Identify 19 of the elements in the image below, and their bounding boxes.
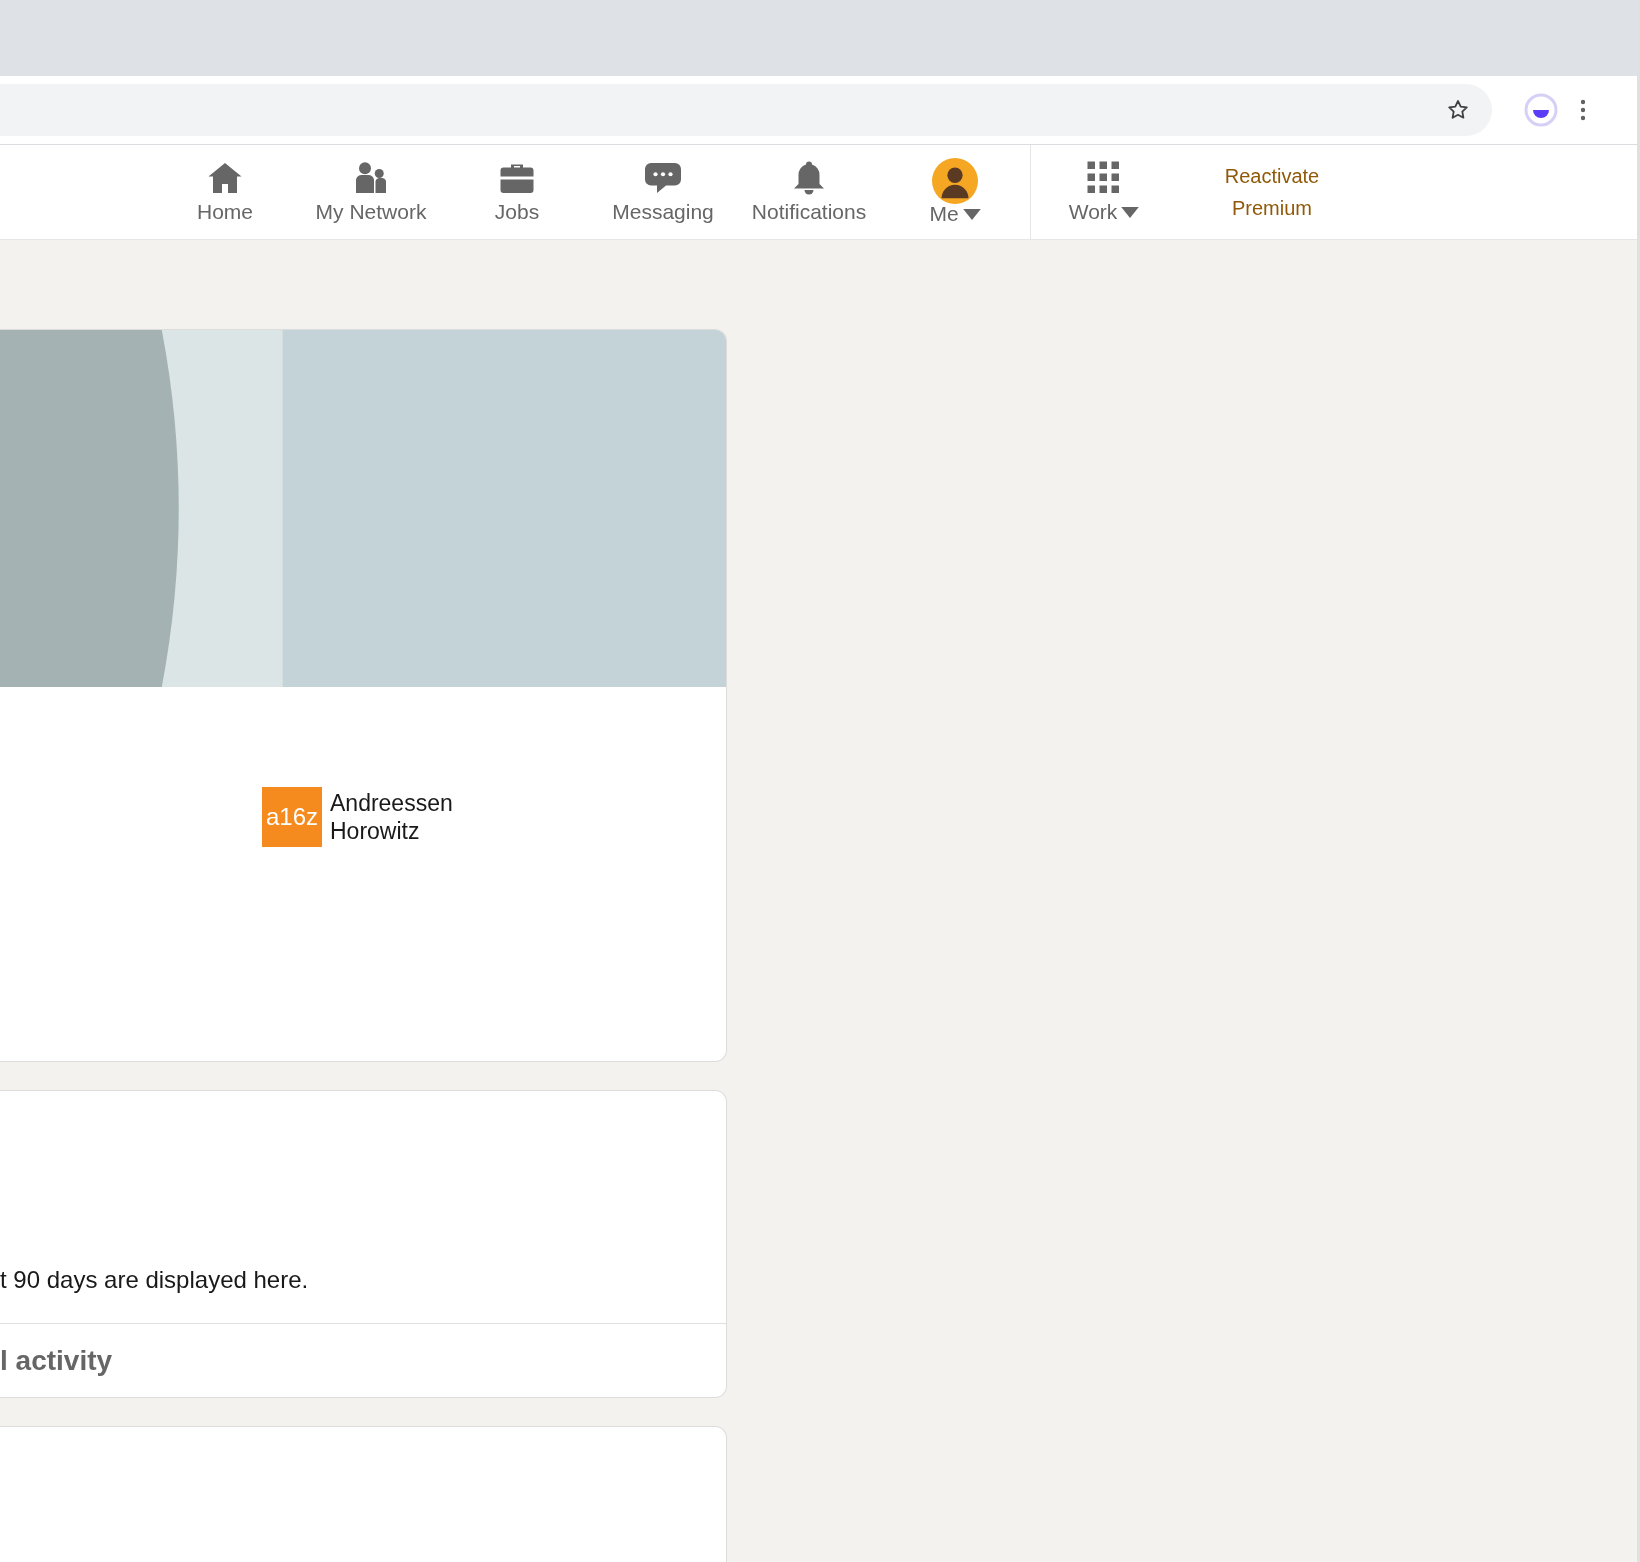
company-name: Andreessen Horowitz bbox=[330, 789, 454, 845]
nav-item[interactable]: My Network bbox=[298, 145, 444, 239]
info-text: t 90 days are displayed here. bbox=[0, 1266, 310, 1294]
caret-icon bbox=[1121, 206, 1140, 218]
activity-link[interactable]: l activity bbox=[0, 1344, 113, 1377]
nav-item[interactable]: Jobs bbox=[444, 145, 590, 239]
reactivate-premium-link[interactable]: Reactivate Premium bbox=[1207, 160, 1337, 224]
nav-item[interactable]: Notifications bbox=[736, 145, 882, 239]
nav-item[interactable]: Messaging bbox=[590, 145, 736, 239]
avatar-icon bbox=[932, 158, 978, 204]
caret-icon bbox=[962, 208, 981, 220]
bookmark-star-icon[interactable] bbox=[1446, 98, 1470, 122]
speech-bubble-icon bbox=[643, 160, 683, 196]
nav-item[interactable]: Home bbox=[152, 145, 298, 239]
nav-item[interactable]: Me bbox=[882, 145, 1028, 239]
company-logo: a16z bbox=[262, 787, 322, 847]
work-menu[interactable]: Work bbox=[1031, 145, 1177, 239]
profile-icon[interactable] bbox=[1524, 93, 1558, 127]
menu-icon[interactable] bbox=[1580, 98, 1586, 122]
